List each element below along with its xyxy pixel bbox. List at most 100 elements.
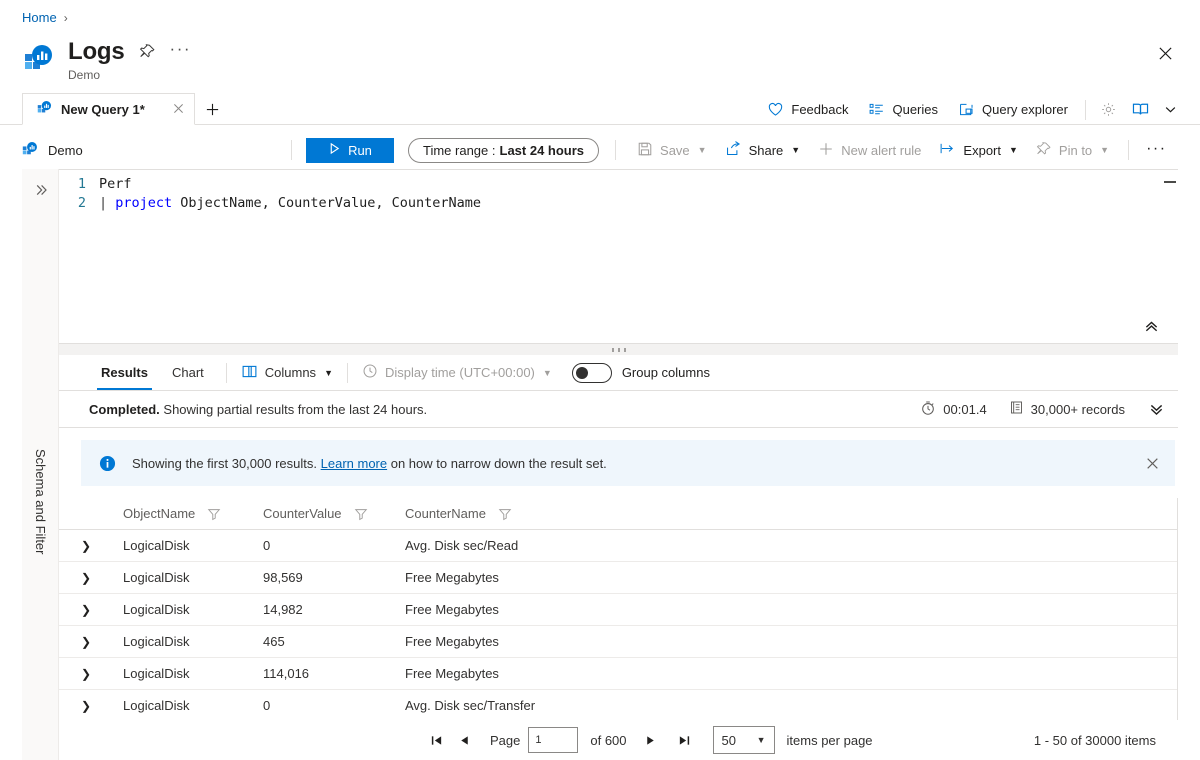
breadcrumb-separator-icon: ›: [63, 10, 68, 25]
table-row[interactable]: ❯ LogicalDisk 114,016 Free Megabytes: [59, 658, 1178, 690]
chevron-down-icon: ▼: [791, 145, 801, 155]
chevron-right-icon[interactable]: ❯: [81, 539, 113, 553]
chevron-right-icon[interactable]: ❯: [81, 571, 113, 585]
save-icon: [637, 141, 653, 160]
log-analytics-icon: [22, 42, 56, 76]
cell-countervalue: 14,982: [263, 602, 303, 617]
learn-more-link[interactable]: Learn more: [321, 456, 387, 471]
cell-countername: Free Megabytes: [405, 634, 499, 649]
time-range-picker[interactable]: Time range : Last 24 hours: [408, 137, 600, 163]
chevron-down-icon: ▼: [542, 367, 552, 378]
table-row[interactable]: ❯ LogicalDisk 98,569 Free Megabytes: [59, 562, 1178, 594]
divider: [615, 140, 617, 160]
page-prev-icon[interactable]: [450, 727, 478, 753]
expand-schema-panel-button[interactable]: [22, 177, 59, 203]
close-icon[interactable]: [173, 102, 184, 117]
gear-icon[interactable]: [1093, 97, 1124, 122]
line-number: 1: [77, 176, 86, 192]
divider: [1085, 99, 1086, 120]
time-range-prefix: Time range :: [423, 142, 496, 158]
table-row[interactable]: ❯ LogicalDisk 14,982 Free Megabytes: [59, 594, 1178, 626]
filter-icon[interactable]: [498, 507, 512, 521]
column-header-objectname[interactable]: ObjectName: [113, 506, 253, 521]
cell-countervalue: 114,016: [263, 666, 310, 681]
page-title: Logs: [68, 38, 125, 65]
new-alert-rule-button[interactable]: New alert rule: [809, 137, 930, 164]
cell-countervalue: 0: [263, 538, 271, 553]
tab-results[interactable]: Results: [89, 355, 160, 390]
page-last-icon[interactable]: [671, 727, 699, 753]
grid-right-edge: [1177, 498, 1178, 720]
page-input[interactable]: [528, 727, 579, 753]
page-first-icon[interactable]: [422, 727, 450, 753]
filter-icon[interactable]: [354, 507, 368, 521]
chevron-right-icon[interactable]: ❯: [81, 635, 113, 649]
table-row[interactable]: ❯ LogicalDisk 0 Avg. Disk sec/Transfer: [59, 690, 1178, 722]
results-status-text: Completed. Showing partial results from …: [89, 402, 906, 417]
status-detail-label: Showing partial results from the last 24…: [159, 401, 428, 417]
info-icon: [99, 455, 116, 472]
banner-text-after: on how to narrow down the result set.: [390, 455, 607, 471]
tab-chart[interactable]: Chart: [160, 355, 216, 390]
editor-results-splitter[interactable]: [59, 344, 1178, 355]
new-query-tab-button[interactable]: [200, 97, 224, 121]
time-range-value: Last 24 hours: [499, 142, 585, 158]
cell-countername: Free Megabytes: [405, 602, 499, 617]
chevron-right-icon[interactable]: ❯: [81, 667, 113, 681]
table-row[interactable]: ❯ LogicalDisk 0 Avg. Disk sec/Read: [59, 530, 1178, 562]
cell-countervalue: 465: [263, 634, 285, 649]
query-editor[interactable]: 1 Perf 2 | project ObjectName, CounterValu…: [59, 169, 1178, 344]
cell-objectname: LogicalDisk: [123, 570, 190, 585]
schema-filter-rail: Schema and Filter: [22, 169, 59, 760]
column-header-countervalue[interactable]: CounterValue: [253, 506, 395, 521]
divider: [225, 362, 227, 383]
cell-countervalue: 0: [263, 698, 271, 713]
items-per-page-value: 50: [721, 732, 736, 748]
cell-objectname: LogicalDisk: [123, 602, 190, 617]
items-per-page-select[interactable]: 50 ▼: [712, 726, 775, 754]
export-button[interactable]: Export ▼: [930, 136, 1027, 164]
column-header-countername[interactable]: CounterName: [395, 506, 635, 521]
heart-icon: [767, 101, 784, 118]
editor-top-border: [59, 169, 1178, 170]
table-row[interactable]: ❯ LogicalDisk 465 Free Megabytes: [59, 626, 1178, 658]
export-icon: [939, 140, 956, 160]
collapse-editor-button[interactable]: [1138, 314, 1164, 338]
query-code[interactable]: 1 Perf 2 | project ObjectName, CounterValu…: [59, 175, 481, 213]
chevron-right-icon[interactable]: ❯: [81, 603, 113, 617]
display-time-button[interactable]: Display time (UTC+00:00) ▼: [358, 363, 556, 382]
code-line-2: 2 | project ObjectName, CounterValue, Cou…: [59, 194, 481, 213]
save-button[interactable]: Save ▼: [628, 137, 716, 164]
divider: [291, 140, 292, 160]
breadcrumb-home[interactable]: Home: [22, 10, 57, 25]
page-label: Page: [490, 732, 521, 748]
pin-icon[interactable]: [139, 43, 156, 60]
code-keyword: project: [115, 195, 173, 211]
feedback-button[interactable]: Feedback: [757, 97, 858, 122]
filter-icon[interactable]: [207, 507, 221, 521]
page-next-icon[interactable]: [637, 727, 665, 753]
book-icon[interactable]: [1124, 96, 1157, 123]
ellipsis-icon[interactable]: ···: [170, 40, 191, 63]
share-button[interactable]: Share ▼: [716, 136, 810, 164]
query-explorer-button[interactable]: Query explorer: [948, 97, 1078, 122]
scope-selector[interactable]: Demo: [22, 141, 284, 160]
queries-button[interactable]: Queries: [858, 97, 948, 122]
code-text: ObjectName, CounterValue, CounterName: [172, 195, 482, 211]
command-overflow-button[interactable]: ···: [1137, 136, 1175, 164]
chevron-right-icon[interactable]: ❯: [81, 699, 113, 713]
dismiss-banner-button[interactable]: [1142, 453, 1163, 474]
group-columns-toggle[interactable]: [571, 362, 612, 383]
columns-button[interactable]: Columns ▼: [237, 363, 337, 383]
clock-icon: [362, 363, 378, 382]
book-chevron-down-icon[interactable]: [1157, 99, 1184, 120]
pin-to-button[interactable]: Pin to ▼: [1027, 137, 1118, 164]
close-blade-button[interactable]: [1152, 40, 1178, 66]
expand-status-button[interactable]: [1149, 402, 1164, 417]
scope-label: Demo: [48, 142, 83, 158]
cell-countername: Free Megabytes: [405, 570, 499, 585]
tab-new-query-1[interactable]: New Query 1*: [22, 93, 195, 125]
queries-label: Queries: [892, 102, 939, 117]
run-button[interactable]: Run: [306, 137, 394, 163]
cell-objectname: LogicalDisk: [123, 634, 190, 649]
